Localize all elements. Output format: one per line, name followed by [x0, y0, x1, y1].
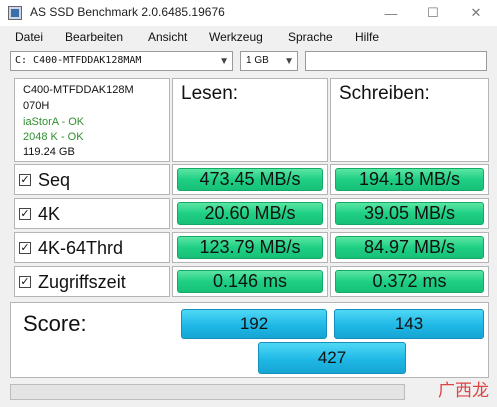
- row-4k-64thrd[interactable]: ✓ 4K-64Thrd: [14, 232, 170, 263]
- 4k-64thrd-label: 4K-64Thrd: [38, 238, 124, 258]
- test-size-value: 1 GB: [246, 55, 269, 66]
- 4k-64thrd-checkbox[interactable]: ✓: [19, 242, 31, 254]
- 4k-write-value: 39.05 MB/s: [363, 203, 456, 223]
- menu-bar: Datei Bearbeiten Ansicht Werkzeug Sprach…: [0, 26, 497, 48]
- alignment-status: 2048 K - OK: [23, 131, 84, 143]
- 4k-write-result: 39.05 MB/s: [335, 202, 484, 225]
- access-time-checkbox[interactable]: ✓: [19, 276, 31, 288]
- close-icon: ✕: [470, 5, 482, 20]
- read-column-header: Lesen:: [172, 78, 328, 162]
- progress-bar: [10, 384, 405, 400]
- menu-werkzeug[interactable]: Werkzeug: [209, 30, 263, 44]
- 4k-64thrd-read-value: 123.79 MB/s: [199, 237, 301, 257]
- driver-status: iaStorA - OK: [23, 116, 85, 128]
- total-score-box: 427: [258, 342, 406, 374]
- write-column-header: Schreiben:: [330, 78, 489, 162]
- result-text-field[interactable]: [305, 51, 487, 71]
- seq-write-result: 194.18 MB/s: [335, 168, 484, 191]
- 4k-write-cell: 39.05 MB/s: [330, 198, 489, 229]
- seq-read-value: 473.45 MB/s: [199, 169, 301, 189]
- access-time-read-cell: 0.146 ms: [172, 266, 328, 297]
- 4k-64thrd-write-cell: 84.97 MB/s: [330, 232, 489, 263]
- drive-select-value: C: C400-MTFDDAK128MAM: [15, 55, 142, 66]
- maximize-icon: ☐: [427, 5, 439, 20]
- maximize-button[interactable]: ☐: [412, 0, 454, 26]
- minimize-icon: —: [384, 5, 398, 21]
- app-icon: [8, 6, 22, 20]
- chevron-down-icon: ▼: [284, 56, 294, 67]
- test-size-select[interactable]: 1 GB ▼: [240, 51, 298, 71]
- read-header-label: Lesen:: [181, 83, 239, 104]
- access-time-write-value: 0.372 ms: [372, 271, 447, 291]
- row-seq[interactable]: ✓ Seq: [14, 164, 170, 195]
- seq-write-value: 194.18 MB/s: [358, 169, 461, 189]
- score-label: Score:: [23, 311, 87, 336]
- read-score-value: 192: [239, 314, 269, 333]
- read-score-box: 192: [181, 309, 327, 339]
- total-score-value: 427: [317, 348, 347, 367]
- seq-read-result: 473.45 MB/s: [177, 168, 323, 191]
- minimize-button[interactable]: —: [370, 0, 412, 26]
- menu-ansicht[interactable]: Ansicht: [148, 30, 187, 44]
- 4k-64thrd-read-cell: 123.79 MB/s: [172, 232, 328, 263]
- 4k-checkbox[interactable]: ✓: [19, 208, 31, 220]
- 4k-read-value: 20.60 MB/s: [204, 203, 296, 223]
- menu-bearbeiten[interactable]: Bearbeiten: [65, 30, 123, 44]
- seq-label: Seq: [38, 170, 71, 190]
- access-time-label: Zugriffszeit: [38, 272, 126, 292]
- access-time-read-value: 0.146 ms: [212, 271, 288, 291]
- seq-checkbox[interactable]: ✓: [19, 174, 31, 186]
- drive-firmware: 070H: [23, 100, 50, 112]
- 4k-64thrd-write-result: 84.97 MB/s: [335, 236, 484, 259]
- 4k-64thrd-write-value: 84.97 MB/s: [363, 237, 456, 257]
- close-button[interactable]: ✕: [455, 0, 497, 26]
- write-header-label: Schreiben:: [339, 83, 430, 104]
- seq-read-cell: 473.45 MB/s: [172, 164, 328, 195]
- menu-sprache[interactable]: Sprache: [288, 30, 333, 44]
- 4k-read-cell: 20.60 MB/s: [172, 198, 328, 229]
- drive-model: C400-MTFDDAK128M: [23, 84, 134, 96]
- drive-info-panel: C400-MTFDDAK128M 070H iaStorA - OK 2048 …: [14, 78, 170, 162]
- window-title: AS SSD Benchmark 2.0.6485.19676: [30, 5, 225, 19]
- menu-hilfe[interactable]: Hilfe: [355, 30, 379, 44]
- row-4k[interactable]: ✓ 4K: [14, 198, 170, 229]
- 4k-64thrd-read-result: 123.79 MB/s: [177, 236, 323, 259]
- access-time-write-result: 0.372 ms: [335, 270, 484, 293]
- drive-capacity: 119.24 GB: [23, 146, 75, 158]
- title-bar: AS SSD Benchmark 2.0.6485.19676 — ☐ ✕: [0, 0, 497, 26]
- watermark-text: 广西龙网: [438, 381, 489, 407]
- menu-datei[interactable]: Datei: [15, 30, 43, 44]
- seq-write-cell: 194.18 MB/s: [330, 164, 489, 195]
- row-access-time[interactable]: ✓ Zugriffszeit: [14, 266, 170, 297]
- access-time-read-result: 0.146 ms: [177, 270, 323, 293]
- chevron-down-icon: ▼: [219, 56, 229, 67]
- access-time-write-cell: 0.372 ms: [330, 266, 489, 297]
- write-score-box: 143: [334, 309, 484, 339]
- 4k-read-result: 20.60 MB/s: [177, 202, 323, 225]
- watermark: 广西龙网: [418, 366, 496, 407]
- 4k-label: 4K: [38, 204, 61, 224]
- drive-select[interactable]: C: C400-MTFDDAK128MAM ▼: [10, 51, 233, 71]
- write-score-value: 143: [394, 314, 424, 333]
